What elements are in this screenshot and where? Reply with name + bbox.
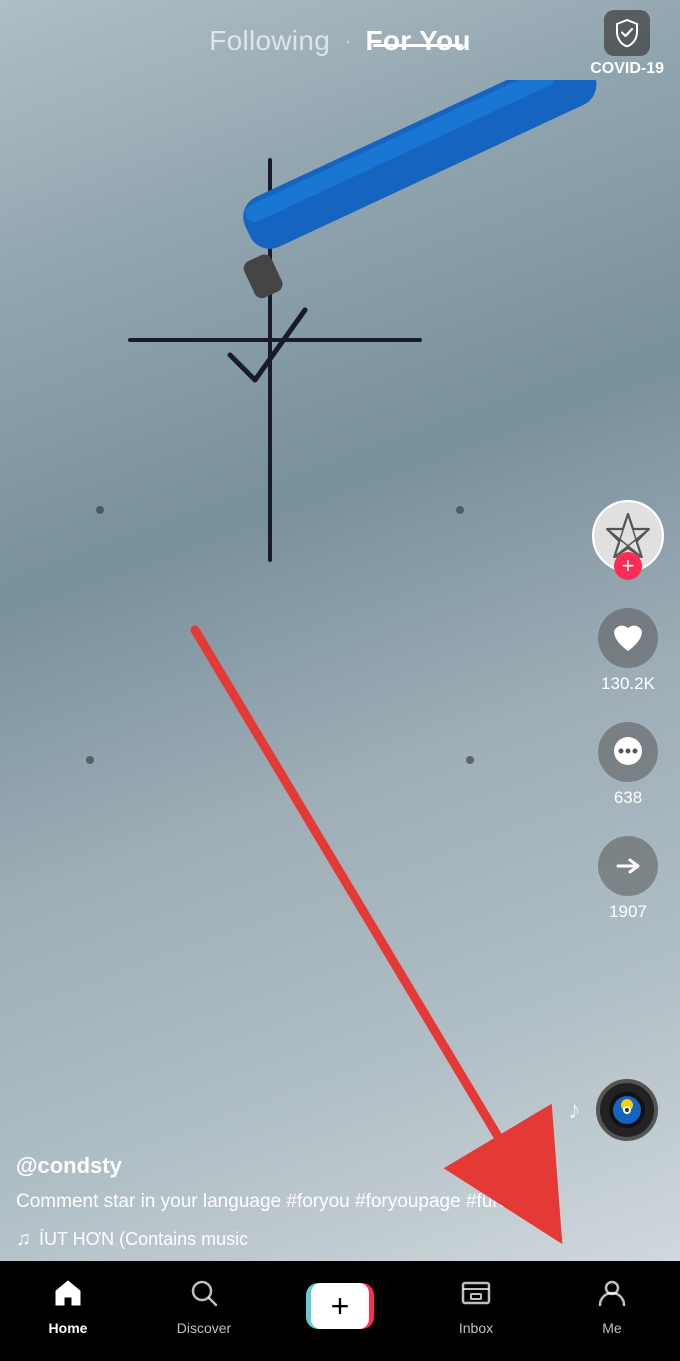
heart-icon	[598, 608, 658, 668]
share-count: 1907	[609, 902, 647, 922]
like-count: 130.2K	[601, 674, 655, 694]
video-content	[0, 80, 680, 780]
music-disc: ♪	[596, 1079, 658, 1141]
creator-username[interactable]: @condsty	[16, 1153, 570, 1179]
comment-icon	[598, 722, 658, 782]
me-label: Me	[602, 1320, 621, 1336]
like-button[interactable]: 130.2K	[598, 608, 658, 694]
foryou-tab[interactable]: For You	[366, 25, 471, 56]
home-icon	[52, 1277, 84, 1315]
nav-discover[interactable]: Discover	[164, 1277, 244, 1336]
music-disc-image	[596, 1079, 658, 1141]
nav-inbox[interactable]: Inbox	[436, 1277, 516, 1336]
video-background	[0, 0, 680, 1261]
video-music[interactable]: ♫ ÍUT HƠN (Contains music	[16, 1228, 570, 1251]
shield-icon	[604, 10, 650, 56]
nav-add[interactable]: +	[300, 1283, 380, 1329]
comment-count: 638	[614, 788, 642, 808]
inbox-icon	[460, 1277, 492, 1315]
music-note-icon: ♪	[568, 1095, 581, 1126]
add-button[interactable]: +	[306, 1283, 374, 1329]
comment-button[interactable]: 638	[598, 722, 658, 808]
music-icon: ♫	[16, 1228, 31, 1251]
nav-divider: ·	[344, 28, 351, 54]
creator-avatar[interactable]: +	[592, 500, 664, 572]
add-btn-center: +	[311, 1283, 369, 1329]
covid-badge[interactable]: COVID-19	[590, 10, 664, 78]
inbox-label: Inbox	[459, 1320, 493, 1336]
share-icon	[598, 836, 658, 896]
video-info: @condsty Comment star in your language #…	[16, 1153, 570, 1251]
nav-me[interactable]: Me	[572, 1277, 652, 1336]
active-tab-indicator	[373, 44, 463, 47]
bottom-navigation: Home Discover + Inbox	[0, 1261, 680, 1361]
covid-label: COVID-19	[590, 60, 664, 78]
add-plus-icon: +	[331, 1290, 350, 1322]
video-description: Comment star in your language #foryou #f…	[16, 1189, 570, 1216]
share-button[interactable]: 1907	[598, 836, 658, 922]
right-action-buttons: + 130.2K 638 1907	[592, 500, 664, 922]
search-icon	[188, 1277, 220, 1315]
discover-label: Discover	[177, 1320, 231, 1336]
profile-icon	[596, 1277, 628, 1315]
music-text: ÍUT HƠN (Contains music	[39, 1229, 248, 1250]
home-label: Home	[49, 1320, 88, 1336]
nav-home[interactable]: Home	[28, 1277, 108, 1336]
follow-plus-button[interactable]: +	[614, 552, 642, 580]
top-navigation: Following · For You COVID-19	[0, 0, 680, 82]
following-tab[interactable]: Following	[209, 25, 330, 57]
